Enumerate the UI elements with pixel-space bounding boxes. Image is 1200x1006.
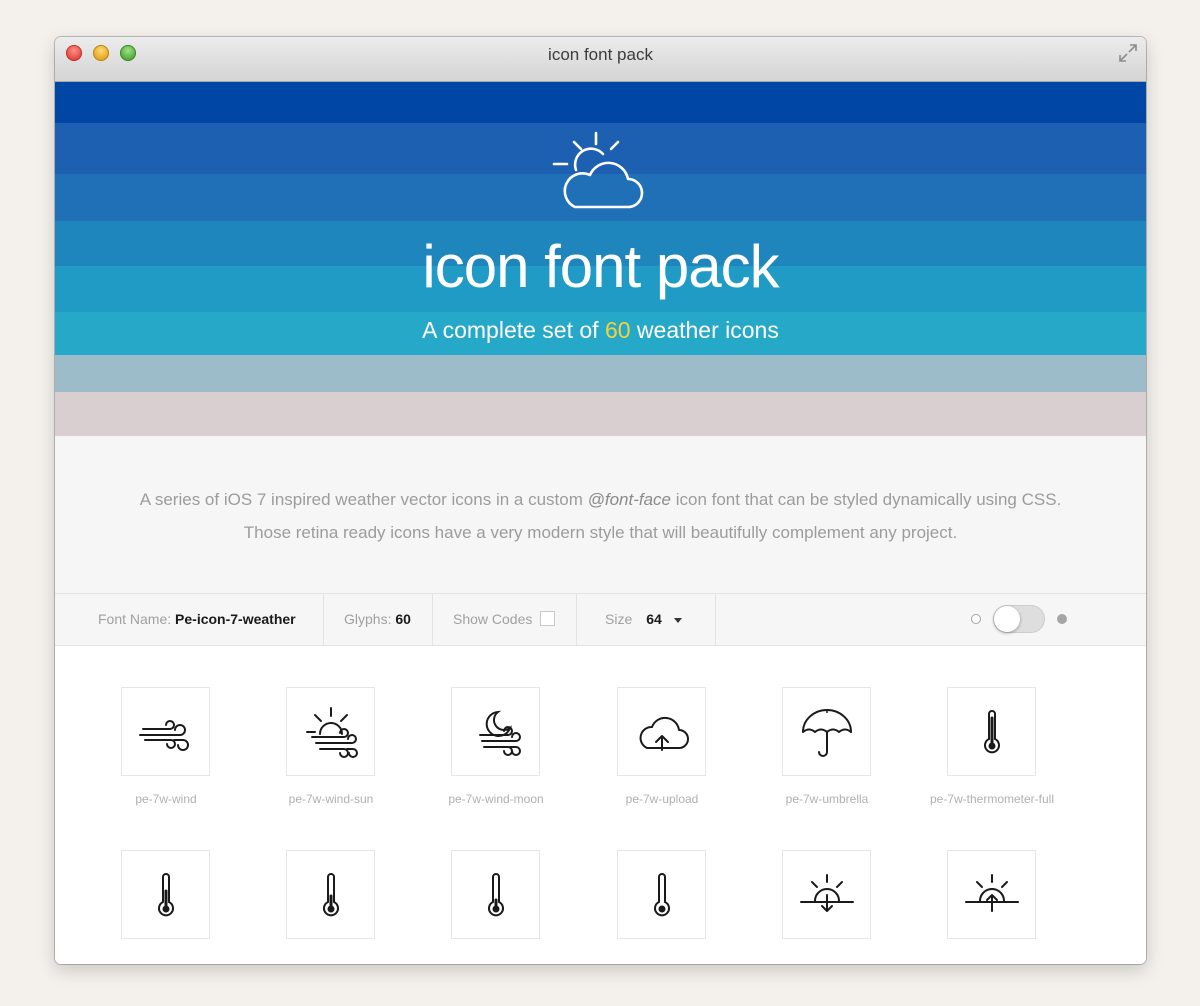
glyph-tile-upload[interactable] <box>617 687 706 776</box>
glyph-tile-sunset[interactable] <box>782 850 871 939</box>
thermometer-icon <box>488 873 504 917</box>
subtitle-prefix: A complete set of <box>422 317 605 343</box>
caret-down-icon <box>673 617 682 623</box>
thermometer-icon <box>158 873 174 917</box>
title-bar: icon font pack <box>55 37 1146 82</box>
description-line-1: A series of iOS 7 inspired weather vecto… <box>55 483 1146 516</box>
glyph-tile-wind[interactable] <box>121 687 210 776</box>
icon-count: 60 <box>604 317 631 343</box>
glyph-tile-thermometer[interactable] <box>451 850 540 939</box>
theme-toggle[interactable] <box>993 605 1045 633</box>
cloud-upload-icon <box>639 716 689 751</box>
wind-moon-icon <box>479 710 521 756</box>
glyph-label: pe-7w-umbrella <box>785 792 869 806</box>
glyph-tile-wind-moon[interactable] <box>451 687 540 776</box>
thermometer-icon <box>654 873 670 917</box>
font-name-label: Font Name: <box>98 611 176 627</box>
hero-subtitle: A complete set of 60 weather icons <box>55 316 1146 344</box>
fullscreen-icon[interactable] <box>1116 41 1140 65</box>
wind-sun-icon <box>306 707 358 758</box>
hero-title: icon font pack <box>422 233 779 300</box>
light-mode-indicator <box>971 614 981 624</box>
glyph-label: pe-7w-thermometer-full <box>929 792 1055 806</box>
font-name-field: Font Name: Pe-icon-7-weather <box>55 594 324 645</box>
toggle-knob[interactable] <box>994 606 1020 632</box>
glyph-tile-thermometer[interactable] <box>617 850 706 939</box>
font-face-term: @font-face <box>587 490 671 509</box>
window-title: icon font pack <box>548 45 653 64</box>
glyphs-value: 60 <box>395 611 411 627</box>
description-text: A series of iOS 7 inspired weather vecto… <box>139 490 588 509</box>
hero-band <box>55 355 1146 392</box>
description-line-2: Those retina ready icons have a very mod… <box>243 523 958 542</box>
size-value: 64 <box>646 611 662 627</box>
glyph-tile-thermometer[interactable] <box>286 850 375 939</box>
glyph-tile-thermometer[interactable] <box>121 850 210 939</box>
thermometer-icon <box>323 873 339 917</box>
sunset-icon <box>800 874 854 912</box>
glyph-tile-umbrella[interactable] <box>782 687 871 776</box>
glyph-label: pe-7w-upload <box>625 792 699 806</box>
umbrella-icon <box>802 709 852 757</box>
glyphs-field: Glyphs: 60 <box>324 594 433 645</box>
hero-band <box>55 82 1146 123</box>
show-codes-label: Show Codes <box>453 611 533 627</box>
glyph-label: pe-7w-wind <box>135 792 197 806</box>
glyph-label: pe-7w-wind-moon <box>448 792 544 806</box>
app-window: icon font pack icon font pack A complete… <box>55 37 1146 964</box>
hero-banner: icon font pack A complete set of 60 weat… <box>55 82 1146 436</box>
partly-cloudy-icon <box>552 131 644 209</box>
show-codes-checkbox[interactable] <box>540 611 556 627</box>
dark-mode-indicator <box>1057 614 1067 624</box>
hero-band <box>55 392 1146 436</box>
show-codes-field[interactable]: Show Codes <box>433 594 577 645</box>
glyph-label: pe-7w-wind-sun <box>288 792 374 806</box>
size-select[interactable]: Size 64 <box>577 594 716 645</box>
glyph-grid: pe-7w-wind pe-7w-wind-sun pe-7w-wind-moo… <box>55 646 1146 964</box>
font-toolbar: Font Name: Pe-icon-7-weather Glyphs: 60 … <box>55 593 1146 646</box>
thermometer-full-icon <box>984 710 1000 754</box>
description-text: icon font that can be styled dynamically… <box>671 490 1062 509</box>
size-label: Size <box>605 611 633 627</box>
subtitle-suffix: weather icons <box>630 317 779 343</box>
glyphs-label: Glyphs: <box>344 611 396 627</box>
sunrise-icon <box>965 874 1019 912</box>
wind-icon <box>139 720 189 751</box>
description: A series of iOS 7 inspired weather vecto… <box>55 436 1146 593</box>
font-name-value: Pe-icon-7-weather <box>175 611 296 627</box>
glyph-tile-sunrise[interactable] <box>947 850 1036 939</box>
glyph-tile-wind-sun[interactable] <box>286 687 375 776</box>
glyph-tile-thermometer-full[interactable] <box>947 687 1036 776</box>
